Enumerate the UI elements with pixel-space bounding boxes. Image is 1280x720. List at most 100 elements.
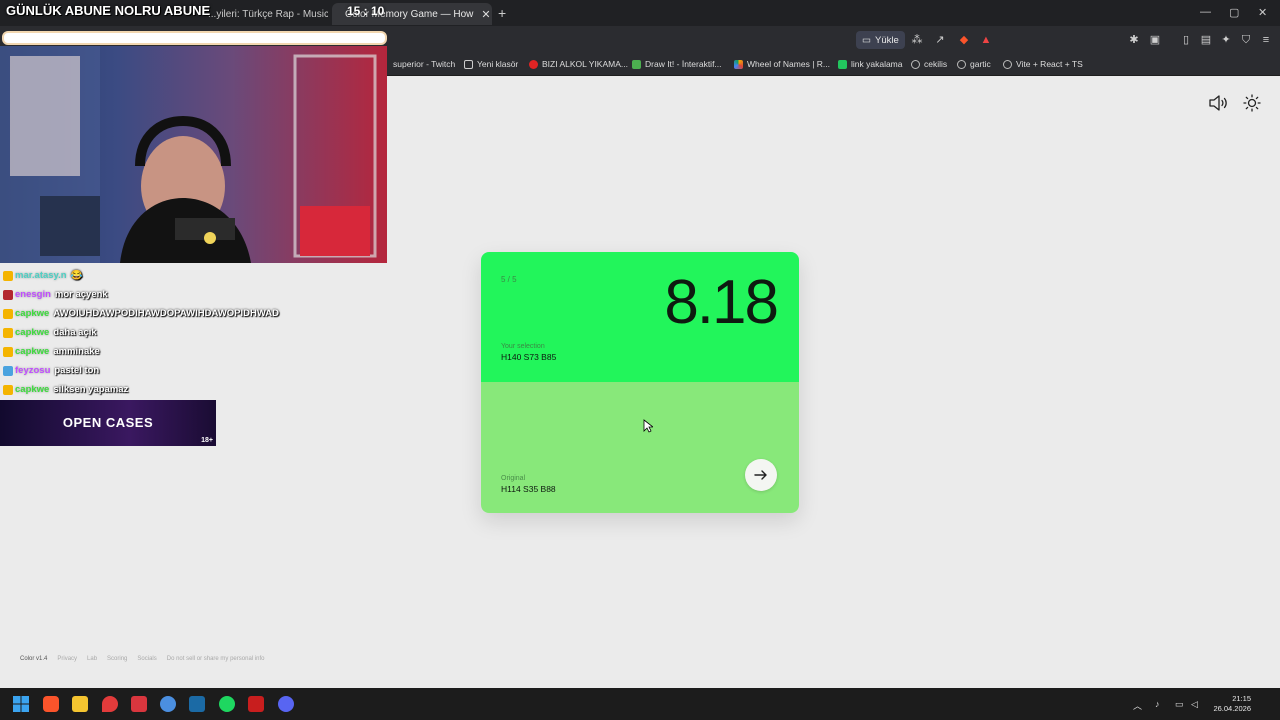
minimize-button[interactable]: — — [1200, 6, 1211, 18]
clock-time: 21:15 — [1232, 694, 1251, 703]
bookmark-wheel-of-names[interactable]: Wheel of Names | R... — [734, 59, 830, 69]
next-button[interactable] — [745, 459, 777, 491]
original-swatch: Original H114 S35 B88 — [481, 382, 799, 513]
share-icon[interactable]: ↗ — [933, 33, 947, 47]
webcam-scene — [0, 46, 377, 263]
bookmark-cekilis[interactable]: cekilis — [911, 59, 947, 69]
close-tab-icon[interactable]: ✕ — [473, 8, 490, 21]
upload-button[interactable]: ▭ Yükle — [856, 31, 905, 49]
footer-privacy-link[interactable]: Privacy — [57, 656, 77, 662]
selection-swatch: 5 / 5 8.18 Your selection H140 S73 B85 — [481, 252, 799, 382]
folder-icon — [464, 59, 473, 69]
round-counter: 5 / 5 — [501, 275, 517, 284]
sound-toggle-button[interactable] — [1208, 95, 1228, 111]
arrow-right-icon — [754, 470, 767, 480]
bookmark-link-yakalama[interactable]: link yakalama — [838, 59, 903, 69]
globe-icon — [911, 59, 920, 69]
close-window-button[interactable]: ✕ — [1258, 6, 1267, 19]
chat-message: capkwe silksen yapamaz — [3, 384, 128, 395]
volume-icon[interactable]: ◁ — [1191, 699, 1198, 710]
score-value: 8.18 — [664, 268, 779, 337]
badge-icon — [3, 365, 13, 376]
badge-icon — [3, 270, 13, 281]
screenshot-icon[interactable]: ▣ — [1148, 33, 1162, 47]
wallet-icon[interactable]: ▤ — [1199, 33, 1213, 47]
chat-message: enesgin mor açyenk — [3, 289, 108, 300]
menu-icon[interactable]: ≡ — [1259, 33, 1273, 47]
maximize-button[interactable]: ▢ — [1229, 6, 1239, 19]
open-cases-banner: OPEN CASES 18+ — [0, 400, 216, 446]
tab-label: ...yileri: Türkçe Rap - Music Quiz - ( — [208, 8, 328, 20]
page-footer: Color v1.4 Privacy Lab Scoring Socials D… — [20, 656, 264, 662]
bookmark-vite[interactable]: Vite + React + TS — [1003, 59, 1083, 69]
footer-version: Color v1.4 — [20, 656, 48, 662]
brave-app-icon[interactable] — [43, 696, 59, 712]
mouse-cursor-icon — [643, 419, 653, 433]
theme-toggle-button[interactable] — [1243, 94, 1261, 112]
result-card: 5 / 5 8.18 Your selection H140 S73 B85 O… — [481, 252, 799, 513]
app-red-icon[interactable] — [131, 696, 147, 712]
laptop-icon: ▭ — [862, 34, 871, 46]
chat-message: mar.atasy.n 😂 — [3, 270, 82, 281]
app-blue-icon[interactable] — [160, 696, 176, 712]
file-explorer-icon[interactable] — [72, 696, 88, 712]
promo-age-badge: 18+ — [201, 437, 213, 444]
discord-icon[interactable] — [278, 696, 294, 712]
badge-icon — [3, 346, 13, 357]
leo-ai-icon[interactable]: ✦ — [1219, 33, 1233, 47]
spotify-icon[interactable] — [219, 696, 235, 712]
steam-icon[interactable] — [189, 696, 205, 712]
chat-message: feyzosu pastel ton — [3, 365, 99, 376]
chat-message: capkwe amminake — [3, 346, 100, 357]
promo-text: OPEN CASES — [62, 415, 154, 430]
globe-icon — [1003, 59, 1012, 69]
sidebar-icon[interactable]: ▯ — [1179, 33, 1193, 47]
translate-icon[interactable]: ⁂ — [910, 33, 924, 47]
stream-chat: mar.atasy.n 😂 enesgin mor açyenk capkwe … — [0, 250, 340, 400]
bookmark-gartic[interactable]: gartic — [957, 59, 991, 69]
upload-label: Yükle — [874, 34, 899, 46]
bookmark-alkol[interactable]: BIZI ALKOL YIKAMA... — [529, 59, 628, 69]
tab-music-quiz[interactable]: ...yileri: Türkçe Rap - Music Quiz - ( — [200, 3, 328, 25]
footer-lab-link[interactable]: Lab — [87, 656, 97, 662]
rewards-icon[interactable]: ▲ — [979, 33, 993, 47]
bookmark-favicon-icon — [734, 59, 743, 69]
bookmark-draw-it[interactable]: Draw It! - İnteraktif... — [632, 59, 722, 69]
vpn-icon[interactable]: ⛉ — [1239, 33, 1253, 47]
tray-clock[interactable]: 21:15 26.04.2026 — [1213, 694, 1251, 714]
selection-label: Your selection — [501, 343, 545, 350]
globe-icon — [957, 59, 966, 69]
badge-icon — [3, 327, 13, 338]
network-icon[interactable]: ▭ — [1175, 699, 1184, 710]
bookmark-favicon-icon — [529, 59, 538, 69]
webcam-feed — [0, 46, 387, 263]
windows-start-icon[interactable] — [13, 696, 29, 712]
chat-message: capkwe AWOIUHDAWPODIHAWDOPAWIHDAWOPIDHWA… — [3, 308, 279, 319]
badge-icon — [3, 289, 13, 300]
badge-icon — [3, 384, 13, 395]
bookmark-folder[interactable]: Yeni klasör — [464, 59, 518, 69]
voice-mod-icon[interactable] — [248, 696, 264, 712]
maps-pin-icon[interactable] — [102, 696, 118, 712]
original-label: Original — [501, 475, 526, 482]
footer-scoring-link[interactable]: Scoring — [107, 656, 127, 662]
overlay-title: GÜNLÜK ABUNE NOLRU ABUNE — [6, 3, 211, 18]
overlay-timer: 15 : 10 — [347, 4, 385, 18]
extensions-icon[interactable]: ✱ — [1127, 33, 1141, 47]
footer-do-not-sell-link[interactable]: Do not sell or share my personal info — [167, 656, 265, 662]
chat-message: capkwe daha açık — [3, 327, 97, 338]
new-tab-button[interactable]: + — [498, 5, 506, 21]
bookmark-favicon-icon — [632, 59, 641, 69]
footer-socials-link[interactable]: Socials — [137, 656, 156, 662]
brave-shields-icon[interactable]: ◆ — [957, 33, 971, 47]
microphone-icon[interactable]: ♪ — [1155, 699, 1160, 709]
clock-date: 26.04.2026 — [1213, 704, 1251, 713]
tray-chevron-icon[interactable]: ︿ — [1133, 699, 1142, 712]
original-value: H114 S35 B88 — [501, 484, 556, 494]
play-icon — [838, 59, 847, 69]
windows-taskbar: ︿ ♪ ▭ ◁ 21:15 26.04.2026 — [0, 688, 1280, 720]
selection-value: H140 S73 B85 — [501, 352, 557, 362]
bookmark-twitch[interactable]: superior - Twitch — [393, 59, 455, 69]
badge-icon — [3, 308, 13, 319]
overlay-progress-bar — [2, 31, 387, 45]
